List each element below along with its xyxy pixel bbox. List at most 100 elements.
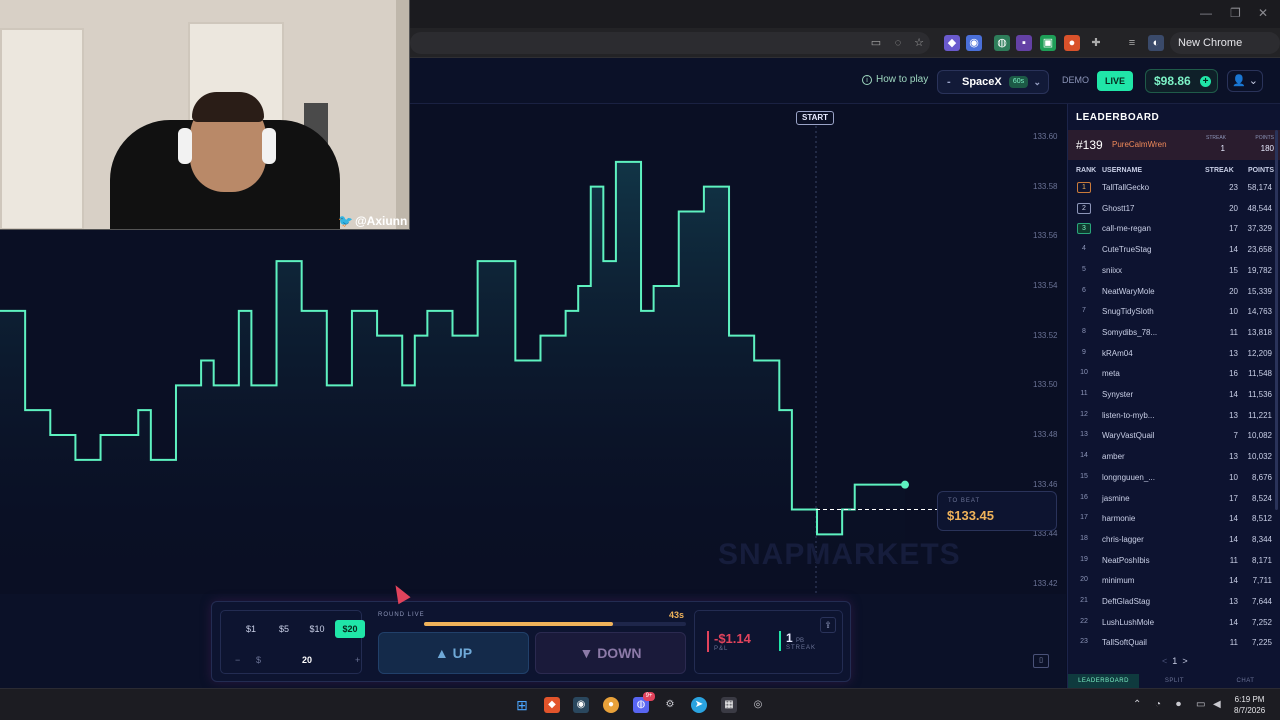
chrome-icon[interactable]: ● [603, 697, 619, 713]
tab-split[interactable]: SPLIT [1139, 674, 1210, 688]
amount-input[interactable]: 20 [302, 655, 312, 665]
row-rank: 1 [1077, 182, 1091, 193]
amount-option-button[interactable]: $5 [269, 620, 299, 638]
extension-icon[interactable]: ● [1064, 35, 1080, 51]
streamer-hair [192, 92, 264, 122]
leaderboard-row[interactable]: 19 NeatPoshIbis 11 8,171 [1068, 550, 1280, 570]
leaderboard-row[interactable]: 13 WaryVastQuail 7 10,082 [1068, 425, 1280, 445]
windows-taskbar: ⊞ ◆ ◉ ● ◍ 9+ ⚙ ➤ ▦ ◎ ⌃ ◔ ⏺ ▭ ◀ 6:19 PM 8… [0, 688, 1280, 720]
network-icon[interactable]: ▭ [1196, 699, 1205, 710]
leaderboard-row[interactable]: 12 listen-to-myb... 13 11,221 [1068, 405, 1280, 425]
row-streak: 13 [1229, 597, 1238, 606]
panel-toggle-icon[interactable]: ▯ [1033, 654, 1049, 668]
demo-mode-toggle[interactable]: DEMO [1062, 75, 1089, 85]
profile-menu-button[interactable]: 👤 ⌄ [1227, 70, 1263, 92]
leaderboard-row[interactable]: 22 LushLushMole 14 7,252 [1068, 612, 1280, 632]
close-window-icon[interactable]: ✕ [1258, 6, 1268, 20]
leaderboard-row[interactable]: 14 amber 13 10,032 [1068, 446, 1280, 466]
bookmark-star-icon[interactable]: ☆ [911, 35, 927, 51]
minimize-icon[interactable]: — [1200, 6, 1212, 20]
decrement-button[interactable]: − [235, 655, 240, 665]
live-mode-toggle[interactable]: LIVE [1097, 71, 1133, 91]
settings-gear-icon[interactable]: ⚙ [662, 697, 678, 713]
tab-chat[interactable]: CHAT [1210, 674, 1280, 688]
col-points[interactable]: POINTS [1246, 167, 1274, 174]
balance-button[interactable]: $98.86 + [1145, 69, 1218, 93]
leaderboard-row[interactable]: 4 CuteTrueStag 14 23,658 [1068, 239, 1280, 259]
obs-icon[interactable]: ◎ [750, 697, 766, 713]
how-to-play-link[interactable]: i How to play [862, 74, 928, 85]
leaderboard-row[interactable]: 17 harmonie 14 8,512 [1068, 508, 1280, 528]
leaderboard-scrollbar[interactable] [1275, 130, 1278, 510]
address-bar[interactable] [410, 32, 930, 54]
leaderboard-row[interactable]: 1 TallTallGecko 23 58,174 [1068, 177, 1280, 197]
row-rank: 7 [1082, 307, 1086, 315]
leaderboard-row[interactable]: 20 minimum 14 7,711 [1068, 570, 1280, 590]
row-username: jasmine [1102, 493, 1130, 503]
reading-list-icon[interactable]: ≡ [1124, 35, 1140, 51]
leaderboard-row[interactable]: 10 meta 16 11,548 [1068, 363, 1280, 383]
extension-icon[interactable]: ◉ [966, 35, 982, 51]
leaderboard-row[interactable]: 7 SnugTidySloth 10 14,763 [1068, 301, 1280, 321]
leaderboard-row[interactable]: 3 call-me-regan 17 37,329 [1068, 218, 1280, 238]
volume-icon[interactable]: ◀ [1213, 699, 1221, 710]
prev-page-button[interactable]: < [1162, 656, 1167, 666]
extension-icon[interactable]: ▣ [1040, 35, 1056, 51]
tray-chevron-up-icon[interactable]: ⌃ [1133, 699, 1141, 710]
new-chrome-available-button[interactable]: New Chrome available ⋮ [1170, 32, 1280, 71]
share-icon[interactable]: ⇪ [820, 617, 836, 633]
col-rank[interactable]: RANK [1076, 167, 1096, 174]
leaderboard-row[interactable]: 9 kRAm04 13 12,209 [1068, 343, 1280, 363]
extensions-puzzle-icon[interactable]: ✚ [1088, 35, 1104, 51]
taskbar-clock[interactable]: 6:19 PM 8/7/2026 [1234, 694, 1265, 716]
calculator-icon[interactable]: ▦ [721, 697, 737, 713]
next-page-button[interactable]: > [1182, 656, 1187, 666]
leaderboard-row[interactable]: 8 Somydibs_78... 11 13,818 [1068, 322, 1280, 342]
leaderboard-row[interactable]: 6 NeatWaryMole 20 15,339 [1068, 281, 1280, 301]
leaderboard-row[interactable]: 23 TallSoftQuail 11 7,225 [1068, 632, 1280, 652]
row-points: 14,763 [1247, 307, 1272, 317]
add-funds-icon[interactable]: + [1200, 76, 1211, 87]
steam-icon[interactable]: ◉ [573, 697, 589, 713]
row-points: 37,329 [1247, 224, 1272, 234]
up-button[interactable]: ▲ UP [378, 632, 529, 674]
to-beat-value: $133.45 [947, 508, 994, 523]
watermark-logo: SNAPMARKETS [718, 538, 961, 571]
y-axis-tick-label: 133.60 [1033, 132, 1058, 141]
twitch-extension-icon[interactable]: ▪ [1016, 35, 1032, 51]
webcam-overlay: 🐦 @Axiunn [0, 0, 410, 230]
brave-browser-icon[interactable]: ◆ [544, 697, 560, 713]
leaderboard-panel: LEADERBOARD #139 PureCalmWren STREAK 1 P… [1067, 104, 1280, 688]
tab-leaderboard[interactable]: LEADERBOARD [1068, 674, 1139, 688]
leaderboard-row[interactable]: 5 sniixx 15 19,782 [1068, 260, 1280, 280]
profile-avatar-icon[interactable]: ◐ [1148, 35, 1164, 51]
increment-button[interactable]: + [355, 655, 360, 665]
col-username[interactable]: USERNAME [1102, 167, 1142, 174]
microphone-icon[interactable]: ⏺ [1176, 699, 1181, 710]
amount-option-button[interactable]: $10 [302, 620, 332, 638]
leaderboard-row[interactable]: 16 jasmine 17 8,524 [1068, 488, 1280, 508]
background-doorframe [396, 0, 409, 229]
col-streak[interactable]: STREAK [1205, 167, 1234, 174]
leaderboard-row[interactable]: 2 Ghostt17 20 48,544 [1068, 198, 1280, 218]
telegram-icon[interactable]: ➤ [691, 697, 707, 713]
windows-start-icon[interactable]: ⊞ [514, 697, 530, 713]
extension-icon[interactable]: ◆ [944, 35, 960, 51]
maximize-icon[interactable]: ❐ [1230, 6, 1241, 20]
leaderboard-row[interactable]: 15 longnguuen_... 10 8,676 [1068, 467, 1280, 487]
round-timer: 43s [669, 610, 685, 620]
to-beat-label: TO BEAT [948, 498, 981, 504]
amount-option-button[interactable]: $20 [335, 620, 365, 638]
amount-selector: $1 $5 $10 $20 − $ 20 + [220, 610, 365, 674]
install-app-icon[interactable]: ▭ [868, 35, 884, 51]
market-select[interactable]: - SpaceX 60s ⌄ [937, 70, 1049, 94]
amount-option-button[interactable]: $1 [236, 620, 266, 638]
down-button[interactable]: ▼ DOWN [535, 632, 686, 674]
hide-icon[interactable]: ◌ [890, 35, 906, 51]
leaderboard-row[interactable]: 21 DeftGladStag 13 7,644 [1068, 591, 1280, 611]
leaderboard-row[interactable]: 11 Synyster 14 11,536 [1068, 384, 1280, 404]
tray-app-icon[interactable]: ◔ [1155, 699, 1161, 710]
extension-icon[interactable]: ◍ [994, 35, 1010, 51]
row-username: call-me-regan [1102, 224, 1151, 234]
leaderboard-row[interactable]: 18 chris-lagger 14 8,344 [1068, 529, 1280, 549]
